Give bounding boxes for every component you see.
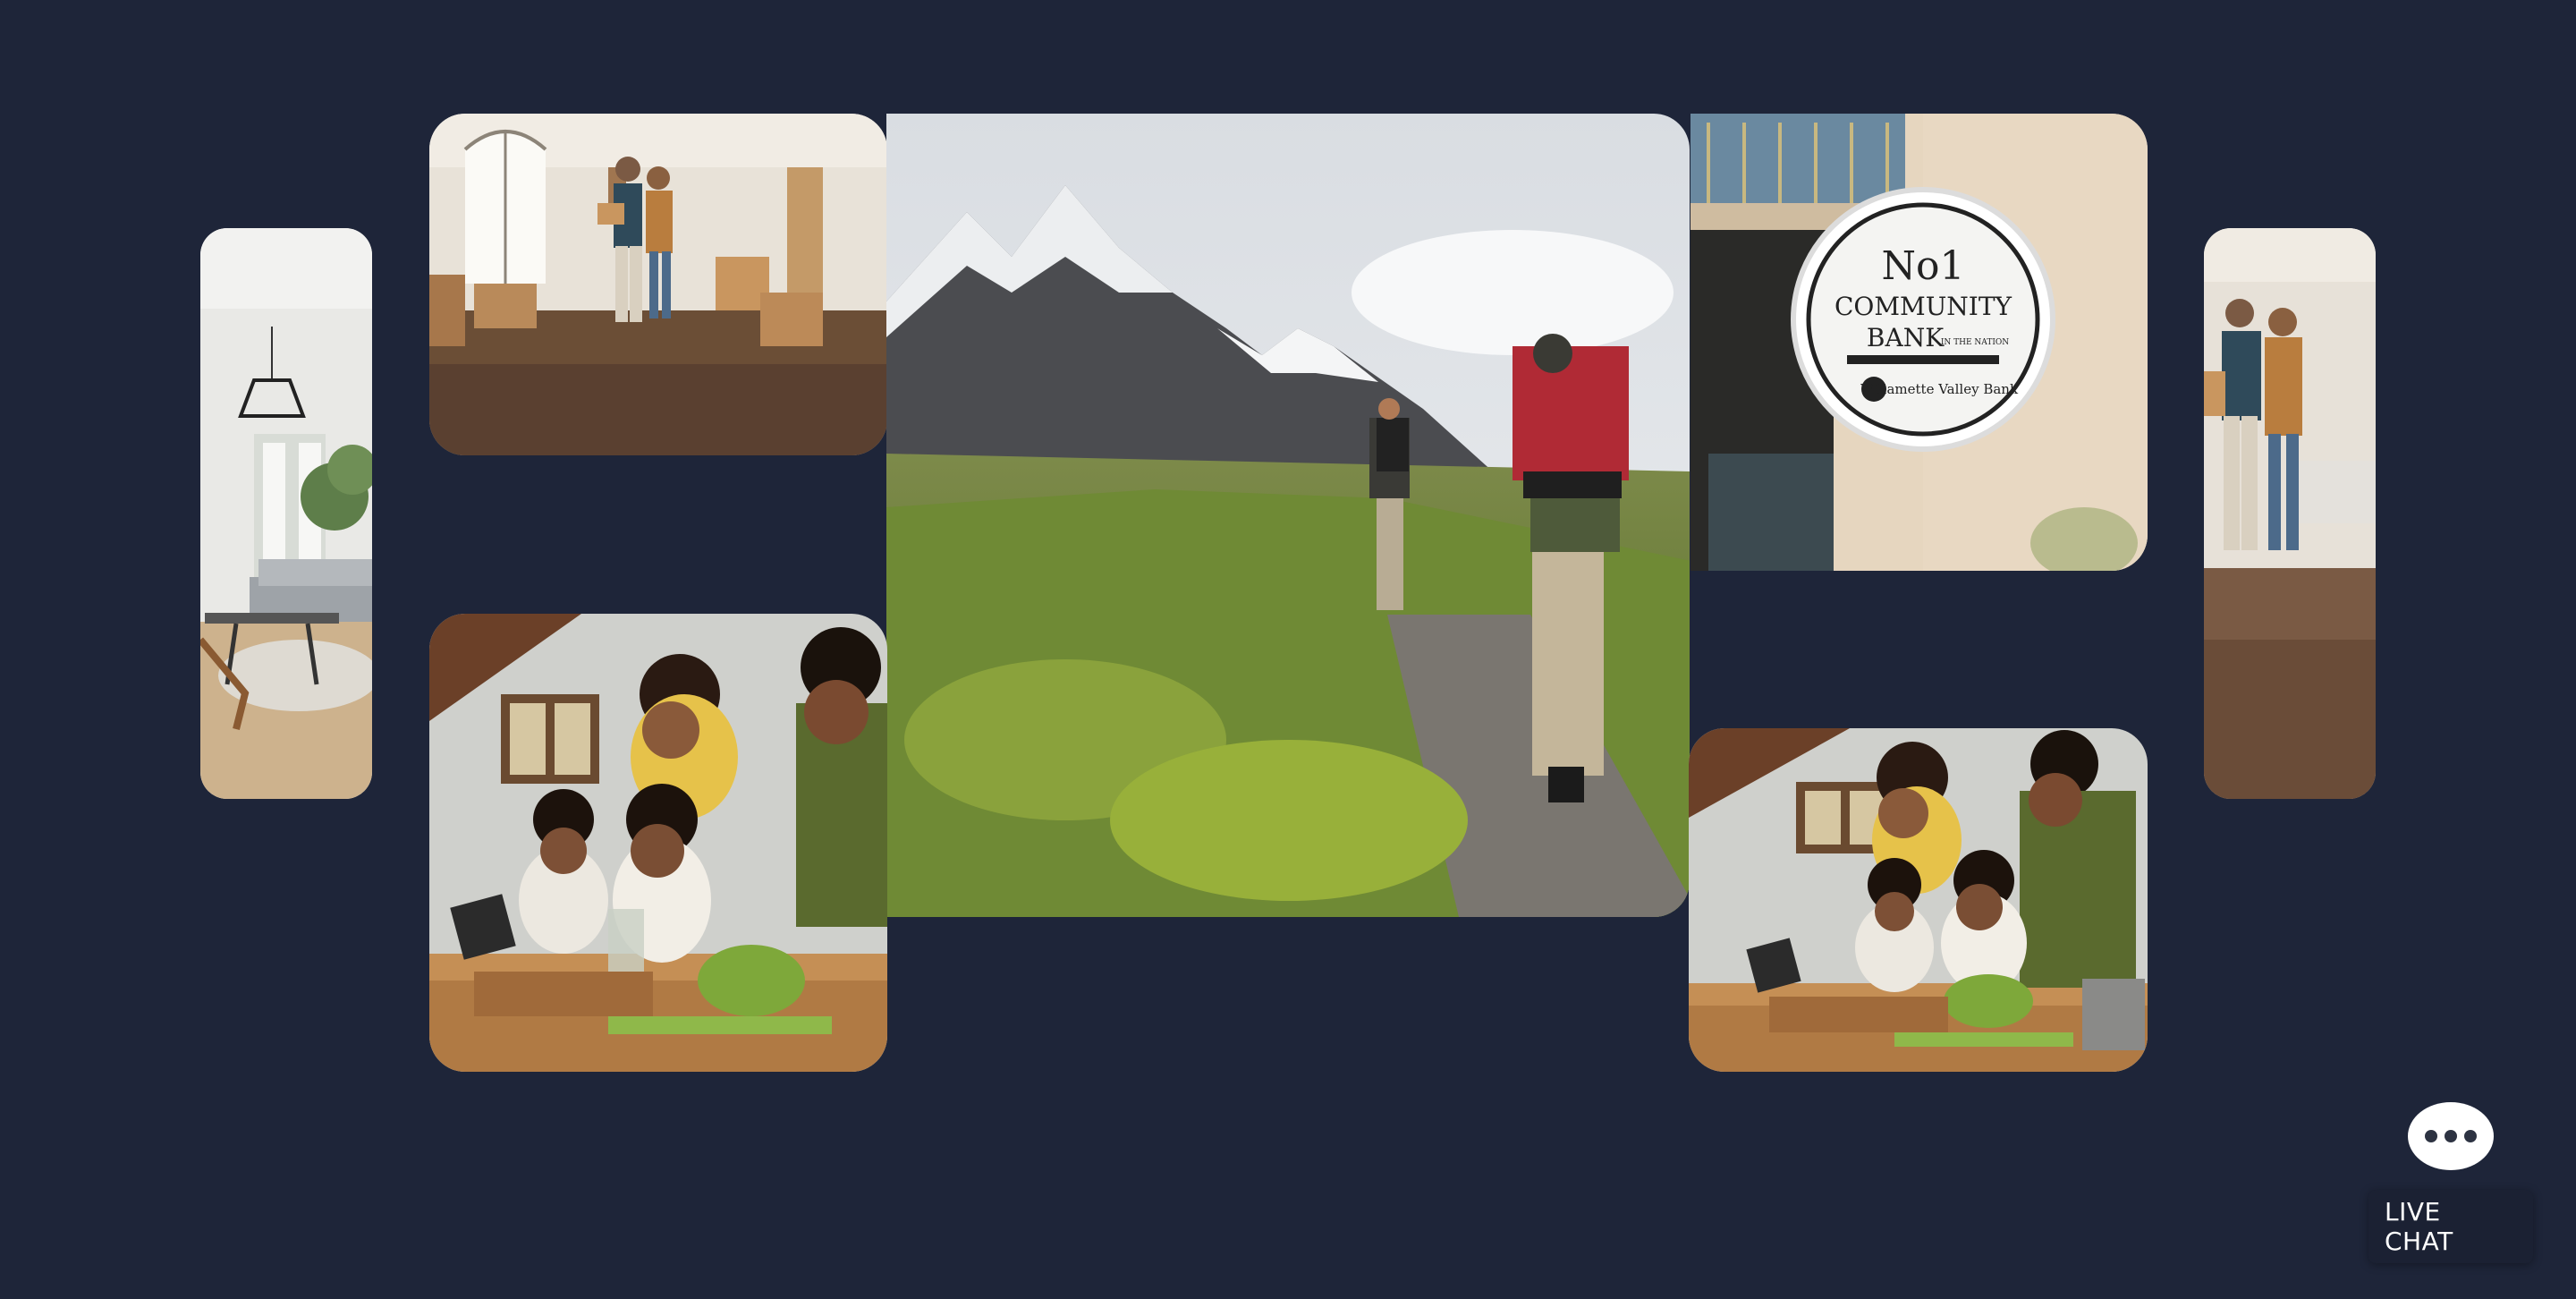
bank-sign-community: COMMUNITY — [1835, 292, 2012, 321]
bank-sign-in-nation: IN THE NATION — [1941, 338, 2009, 347]
more-dots-icon — [2425, 1130, 2437, 1142]
live-chat-label[interactable]: LIVE CHAT — [2368, 1190, 2533, 1263]
bank-sign-brand: Willamette Valley Bank — [1860, 381, 2019, 397]
moving-couple-photo — [429, 114, 887, 455]
live-chat-widget: LIVE CHAT — [2368, 1102, 2533, 1263]
bank-sign-no1: No1 — [1882, 243, 1965, 289]
hikers-mountain-photo — [886, 114, 1690, 917]
bank-sign-bank: BANK — [1867, 323, 1945, 352]
bank-sign-photo: No1 COMMUNITY BANK IN THE NATION Willame… — [1690, 114, 2148, 571]
more-dots-icon — [2464, 1130, 2477, 1142]
family-cooking-photo — [429, 614, 887, 1072]
family-cooking-photo-2 — [1689, 728, 2148, 1072]
more-dots-icon — [2445, 1130, 2457, 1142]
couple-home-photo — [2204, 228, 2376, 799]
living-room-photo — [200, 228, 372, 799]
live-chat-button[interactable] — [2408, 1102, 2494, 1170]
